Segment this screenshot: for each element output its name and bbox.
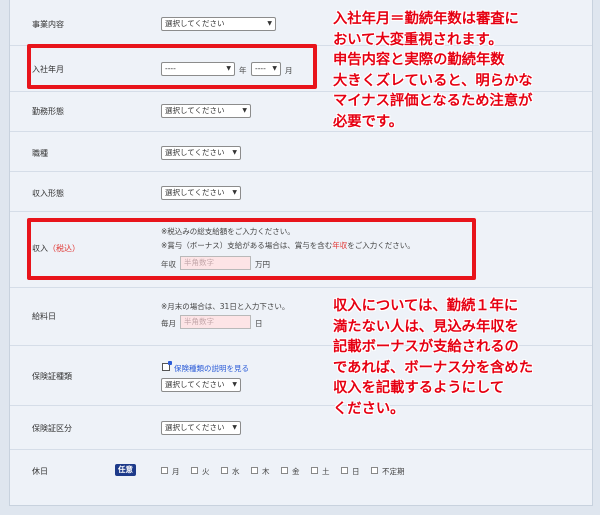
holiday-label-fri: 金 xyxy=(292,467,300,476)
holiday-label-tue: 火 xyxy=(202,467,210,476)
chevron-down-icon: ▼ xyxy=(267,20,272,27)
label-job-type: 職種 xyxy=(32,149,48,158)
holiday-label-irregular: 不定期 xyxy=(382,467,405,476)
optional-badge: 任意 xyxy=(115,464,136,476)
label-income-type: 収入形態 xyxy=(32,189,64,198)
holiday-label-mon: 月 xyxy=(172,467,180,476)
row-job-type: 職種 選択してください ▼ xyxy=(10,132,592,172)
job-type-select[interactable]: 選択してください ▼ xyxy=(161,146,241,160)
insurance-class-select[interactable]: 選択してください ▼ xyxy=(161,421,241,435)
label-insurance-type: 保険証種類 xyxy=(32,372,72,381)
highlight-box-join-date xyxy=(27,44,317,89)
holiday-label-wed: 水 xyxy=(232,467,240,476)
chevron-down-icon: ▼ xyxy=(232,424,237,431)
label-holiday: 休日 xyxy=(32,467,48,476)
insurance-type-select[interactable]: 選択してください ▼ xyxy=(161,378,241,392)
holiday-checkbox-thu[interactable] xyxy=(251,467,258,474)
holiday-checkbox-fri[interactable] xyxy=(281,467,288,474)
chevron-down-icon: ▼ xyxy=(232,381,237,388)
payday-input[interactable]: 半角数字 xyxy=(180,315,251,329)
payday-prefix: 毎月 xyxy=(161,319,176,328)
label-employment: 勤務形態 xyxy=(32,107,64,116)
annotation-join-date: 入社年月＝勤続年数は審査に おいて大変重視されます。 申告内容と実際の勤続年数 … xyxy=(333,11,533,130)
row-income-type: 収入形態 選択してください ▼ xyxy=(10,172,592,212)
external-link-icon[interactable] xyxy=(162,361,172,371)
chevron-down-icon: ▼ xyxy=(232,189,237,196)
holiday-checkbox-sat[interactable] xyxy=(311,467,318,474)
chevron-down-icon: ▼ xyxy=(242,107,247,114)
highlight-box-income xyxy=(27,218,476,280)
holiday-label-sun: 日 xyxy=(352,467,360,476)
business-select[interactable]: 選択してください ▼ xyxy=(161,17,276,31)
payday-unit: 日 xyxy=(255,319,263,328)
label-insurance-class: 保険証区分 xyxy=(32,424,72,433)
payday-note: ※月末の場合は、31日と入力下さい。 xyxy=(161,302,290,311)
income-type-select[interactable]: 選択してください ▼ xyxy=(161,186,241,200)
holiday-checkbox-mon[interactable] xyxy=(161,467,168,474)
holiday-checkbox-wed[interactable] xyxy=(221,467,228,474)
holiday-checkbox-sun[interactable] xyxy=(341,467,348,474)
label-payday: 給料日 xyxy=(32,312,56,321)
row-holiday: 休日 任意 月 火 水 木 金 土 日 不定期 xyxy=(10,450,592,490)
annotation-income: 収入については、勤続１年に 満たない人は、見込み年収を 記載ボーナスが支給される… xyxy=(333,298,534,417)
label-business: 事業内容 xyxy=(32,20,64,29)
insurance-help-link[interactable]: 保険種類の説明を見る xyxy=(174,363,249,374)
holiday-label-sat: 土 xyxy=(322,467,330,476)
employment-select[interactable]: 選択してください ▼ xyxy=(161,104,251,118)
holiday-label-thu: 木 xyxy=(262,467,270,476)
holiday-checkbox-tue[interactable] xyxy=(191,467,198,474)
chevron-down-icon: ▼ xyxy=(232,149,237,156)
holiday-checkbox-irregular[interactable] xyxy=(371,467,378,474)
